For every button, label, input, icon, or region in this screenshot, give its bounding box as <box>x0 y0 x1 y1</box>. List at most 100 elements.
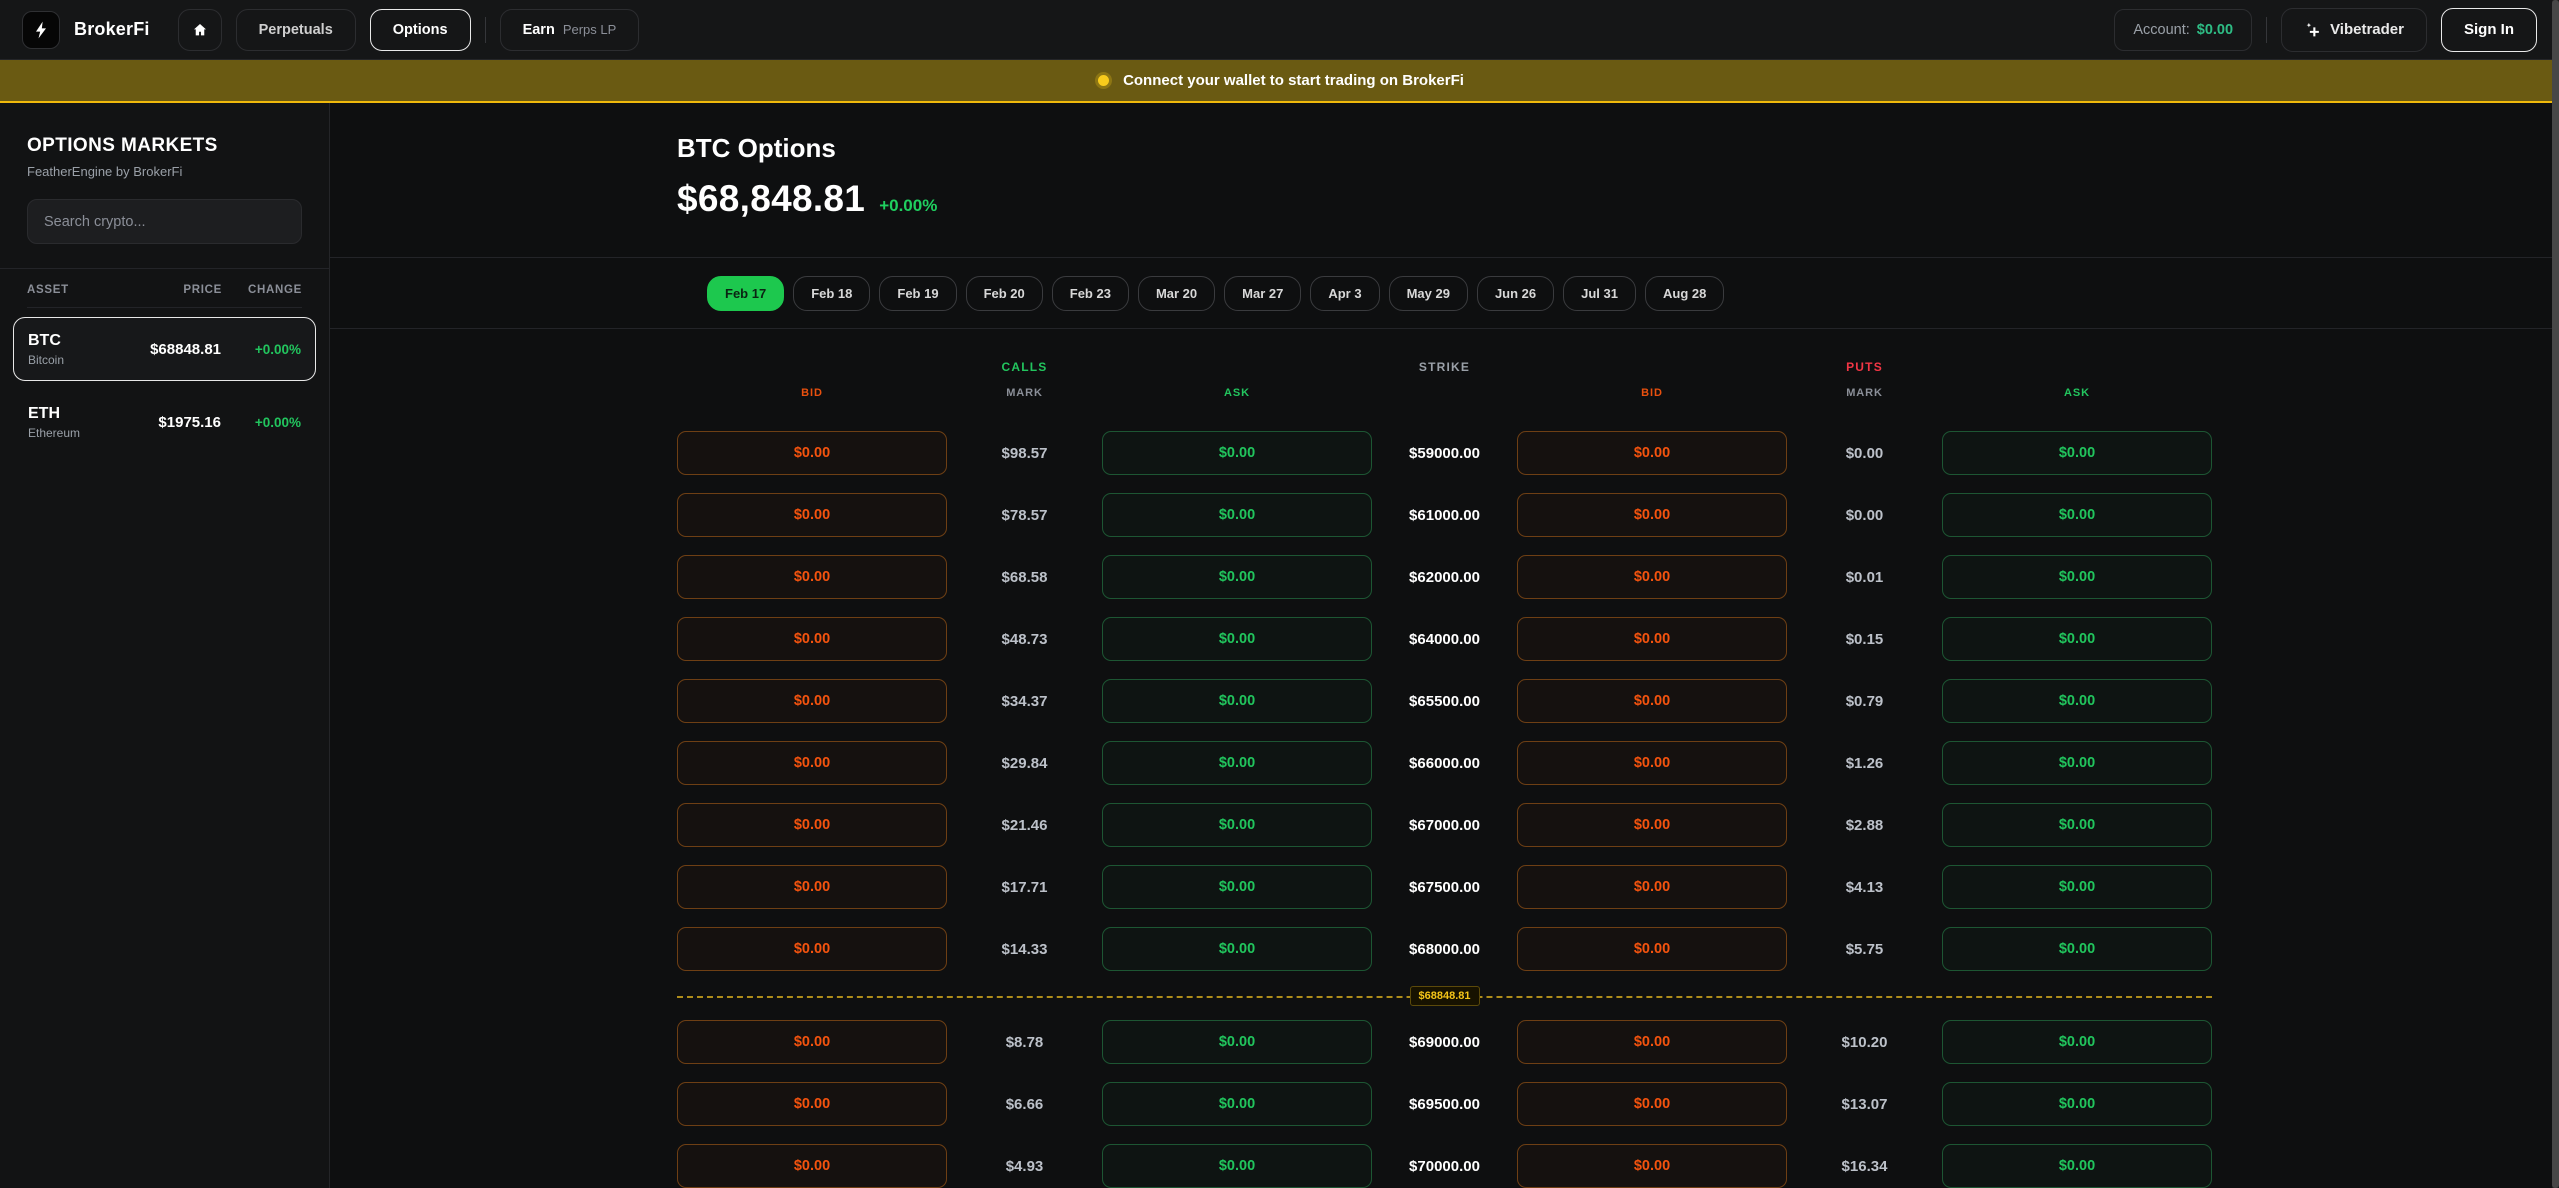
strike-price: $62000.00 <box>1372 569 1517 586</box>
expiry-tab-feb-17[interactable]: Feb 17 <box>707 276 784 311</box>
nav-link-earn[interactable]: Earn Perps LP <box>500 9 640 51</box>
call-mark-value: $29.84 <box>947 755 1102 772</box>
expiry-tab-jun-26[interactable]: Jun 26 <box>1477 276 1554 311</box>
nav-link-perpetuals[interactable]: Perpetuals <box>236 9 356 51</box>
call-bid-button[interactable]: $0.00 <box>677 741 947 785</box>
call-bid-button[interactable]: $0.00 <box>677 1082 947 1126</box>
put-ask-button[interactable]: $0.00 <box>1942 431 2212 475</box>
call-mark-value: $4.93 <box>947 1158 1102 1175</box>
put-bid-button[interactable]: $0.00 <box>1517 493 1787 537</box>
put-bid-button[interactable]: $0.00 <box>1517 431 1787 475</box>
nav-link-options[interactable]: Options <box>370 9 471 51</box>
call-ask-button[interactable]: $0.00 <box>1102 1144 1372 1188</box>
strike-price: $69000.00 <box>1372 1034 1517 1051</box>
expiry-tab-feb-19[interactable]: Feb 19 <box>879 276 956 311</box>
expiry-tab-mar-20[interactable]: Mar 20 <box>1138 276 1215 311</box>
search-input[interactable] <box>27 199 302 244</box>
expiry-tab-apr-3[interactable]: Apr 3 <box>1310 276 1379 311</box>
put-ask-button[interactable]: $0.00 <box>1942 741 2212 785</box>
call-bid-button[interactable]: $0.00 <box>677 555 947 599</box>
call-ask-button[interactable]: $0.00 <box>1102 617 1372 661</box>
call-ask-button[interactable]: $0.00 <box>1102 555 1372 599</box>
option-chain: $0.00 $98.57 $0.00 $59000.00 $0.00 $0.00… <box>677 422 2212 1188</box>
call-bid-button[interactable]: $0.00 <box>677 493 947 537</box>
put-bid-button[interactable]: $0.00 <box>1517 741 1787 785</box>
put-bid-button[interactable]: $0.00 <box>1517 1020 1787 1064</box>
expiry-tab-may-29[interactable]: May 29 <box>1389 276 1468 311</box>
call-mark-value: $98.57 <box>947 445 1102 462</box>
call-bid-button[interactable]: $0.00 <box>677 927 947 971</box>
option-row: $0.00 $78.57 $0.00 $61000.00 $0.00 $0.00… <box>677 484 2212 546</box>
call-ask-button[interactable]: $0.00 <box>1102 493 1372 537</box>
sign-in-button[interactable]: Sign In <box>2441 8 2537 52</box>
put-ask-button[interactable]: $0.00 <box>1942 493 2212 537</box>
page-title: BTC Options <box>677 133 2212 164</box>
call-bid-button[interactable]: $0.00 <box>677 431 947 475</box>
column-asset: ASSET <box>27 284 126 296</box>
market-list-header: ASSET PRICE CHANGE <box>27 269 302 308</box>
bolt-logo-icon <box>31 20 51 40</box>
put-bid-button[interactable]: $0.00 <box>1517 1144 1787 1188</box>
call-bid-button[interactable]: $0.00 <box>677 1020 947 1064</box>
put-bid-button[interactable]: $0.00 <box>1517 1082 1787 1126</box>
put-ask-button[interactable]: $0.00 <box>1942 1082 2212 1126</box>
call-bid-button[interactable]: $0.00 <box>677 679 947 723</box>
call-mark-value: $17.71 <box>947 879 1102 896</box>
put-ask-button[interactable]: $0.00 <box>1942 803 2212 847</box>
expiry-tab-feb-23[interactable]: Feb 23 <box>1052 276 1129 311</box>
call-bid-button[interactable]: $0.00 <box>677 617 947 661</box>
call-bid-button[interactable]: $0.00 <box>677 865 947 909</box>
expiry-tab-jul-31[interactable]: Jul 31 <box>1563 276 1636 311</box>
call-ask-button[interactable]: $0.00 <box>1102 803 1372 847</box>
column-change: CHANGE <box>222 284 302 296</box>
call-ask-button[interactable]: $0.00 <box>1102 1020 1372 1064</box>
brokerfi-logo <box>22 11 60 49</box>
put-bid-button[interactable]: $0.00 <box>1517 803 1787 847</box>
call-bid-header: BID <box>677 387 947 399</box>
expiry-tab-feb-18[interactable]: Feb 18 <box>793 276 870 311</box>
expiry-tab-aug-28[interactable]: Aug 28 <box>1645 276 1724 311</box>
strike-price: $64000.00 <box>1372 631 1517 648</box>
home-button[interactable] <box>178 9 222 51</box>
call-ask-button[interactable]: $0.00 <box>1102 1082 1372 1126</box>
call-mark-value: $48.73 <box>947 631 1102 648</box>
options-main-panel: BTC Options $68,848.81 +0.00% Feb 17Feb … <box>330 103 2559 1188</box>
call-ask-button[interactable]: $0.00 <box>1102 741 1372 785</box>
option-row: $0.00 $8.78 $0.00 $69000.00 $0.00 $10.20… <box>677 1011 2212 1073</box>
put-ask-button[interactable]: $0.00 <box>1942 1144 2212 1188</box>
market-row[interactable]: BTC Bitcoin $68848.81 +0.00% <box>13 317 316 381</box>
put-bid-button[interactable]: $0.00 <box>1517 927 1787 971</box>
vertical-scrollbar[interactable] <box>2552 0 2559 1188</box>
option-row: $0.00 $4.93 $0.00 $70000.00 $0.00 $16.34… <box>677 1135 2212 1188</box>
put-mark-value: $0.79 <box>1787 693 1942 710</box>
expiry-tab-mar-27[interactable]: Mar 27 <box>1224 276 1301 311</box>
vibetrader-button[interactable]: Vibetrader <box>2281 8 2427 52</box>
put-ask-button[interactable]: $0.00 <box>1942 865 2212 909</box>
put-mark-value: $0.15 <box>1787 631 1942 648</box>
put-ask-button[interactable]: $0.00 <box>1942 927 2212 971</box>
put-ask-button[interactable]: $0.00 <box>1942 555 2212 599</box>
expiry-tab-feb-20[interactable]: Feb 20 <box>966 276 1043 311</box>
call-bid-button[interactable]: $0.00 <box>677 1144 947 1188</box>
connect-wallet-banner[interactable]: Connect your wallet to start trading on … <box>0 60 2559 103</box>
call-bid-button[interactable]: $0.00 <box>677 803 947 847</box>
call-ask-header: ASK <box>1102 387 1372 399</box>
put-bid-button[interactable]: $0.00 <box>1517 555 1787 599</box>
call-ask-button[interactable]: $0.00 <box>1102 865 1372 909</box>
call-mark-value: $34.37 <box>947 693 1102 710</box>
market-row[interactable]: ETH Ethereum $1975.16 +0.00% <box>13 390 316 454</box>
put-bid-button[interactable]: $0.00 <box>1517 617 1787 661</box>
call-ask-button[interactable]: $0.00 <box>1102 927 1372 971</box>
scrollbar-thumb[interactable] <box>2552 0 2559 1188</box>
call-ask-button[interactable]: $0.00 <box>1102 431 1372 475</box>
put-bid-button[interactable]: $0.00 <box>1517 865 1787 909</box>
expiry-tabs-band: Feb 17 Feb 18 Feb 19 Feb 20 Feb 23 Mar 20 Mar … <box>330 257 2559 329</box>
market-symbol: BTC <box>28 332 125 350</box>
call-mark-value: $14.33 <box>947 941 1102 958</box>
put-ask-button[interactable]: $0.00 <box>1942 617 2212 661</box>
market-list: BTC Bitcoin $68848.81 +0.00% ETH Ethereu… <box>27 317 302 454</box>
put-ask-button[interactable]: $0.00 <box>1942 679 2212 723</box>
put-bid-button[interactable]: $0.00 <box>1517 679 1787 723</box>
call-ask-button[interactable]: $0.00 <box>1102 679 1372 723</box>
put-ask-button[interactable]: $0.00 <box>1942 1020 2212 1064</box>
